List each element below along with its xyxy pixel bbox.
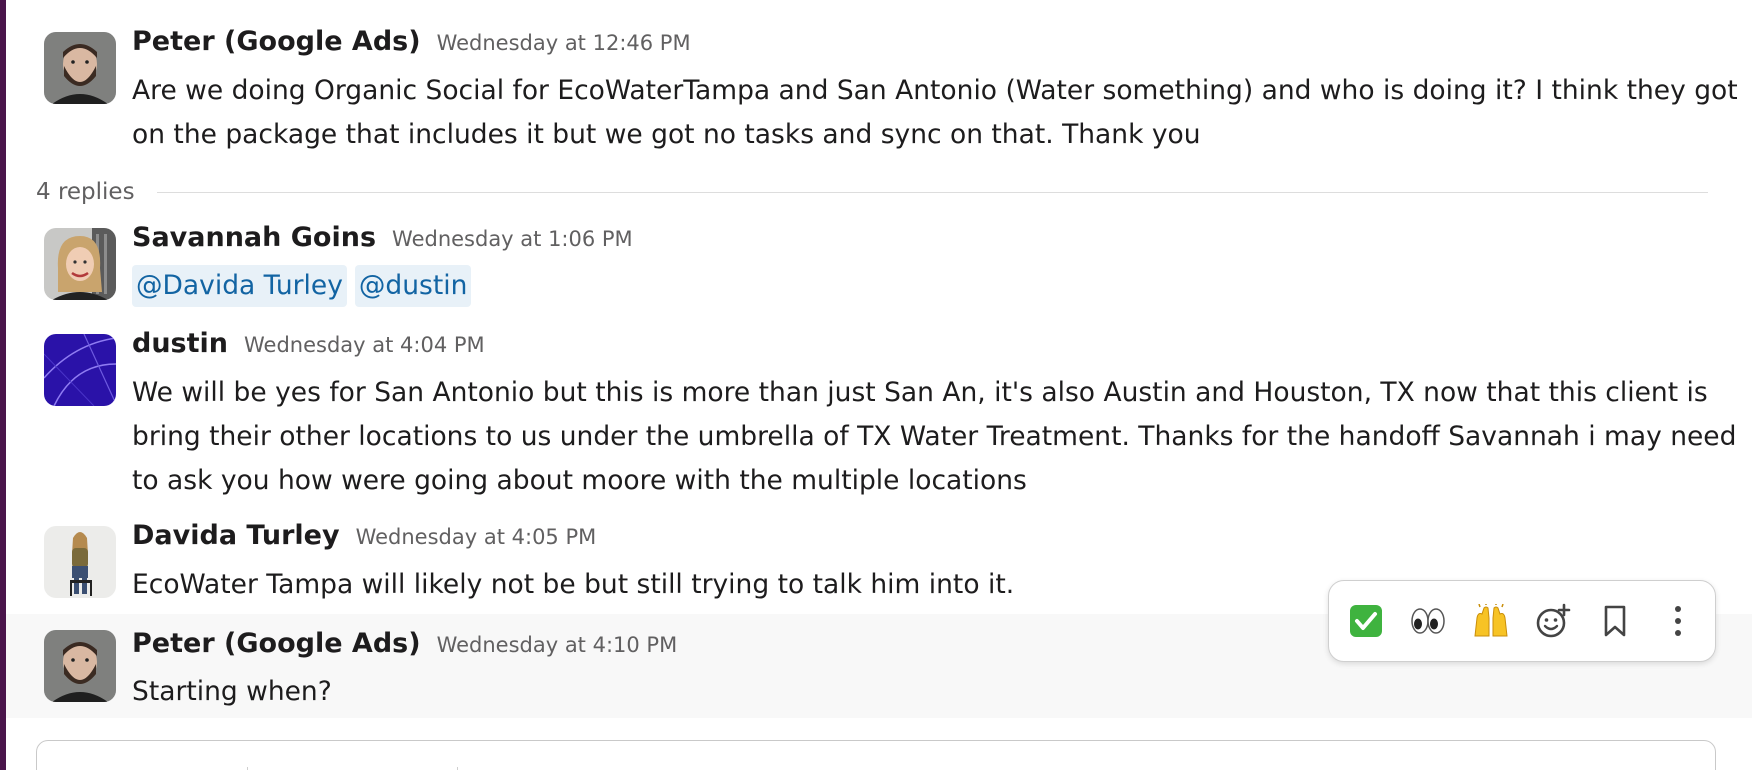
message-timestamp[interactable]: Wednesday at 4:05 PM — [356, 525, 597, 549]
message-text: @Davida Turley @dustin — [132, 264, 479, 308]
add-reaction-button[interactable] — [1528, 596, 1578, 646]
sender-name[interactable]: Peter (Google Ads) — [132, 26, 421, 57]
parent-message[interactable]: Peter (Google Ads) Wednesday at 12:46 PM… — [6, 18, 1752, 158]
message-text-line: Starting when? — [132, 676, 332, 707]
avatar-dustin[interactable] — [44, 334, 116, 406]
message-timestamp[interactable]: Wednesday at 4:04 PM — [244, 333, 485, 357]
sender-name[interactable]: dustin — [132, 328, 228, 359]
more-actions-button[interactable] — [1653, 596, 1703, 646]
sender-name[interactable]: Savannah Goins — [132, 222, 376, 253]
message-text-line: EcoWater Tampa will likely not be but st… — [132, 569, 1015, 600]
message-text-line: We will be yes for San Antonio but this … — [132, 377, 1708, 408]
react-raised-hands-button[interactable] — [1466, 596, 1516, 646]
raised-hands-icon — [1474, 604, 1508, 637]
savannah-avatar-image — [44, 228, 116, 300]
more-actions-icon — [1674, 606, 1681, 636]
message-timestamp[interactable]: Wednesday at 1:06 PM — [392, 227, 633, 251]
avatar-peter[interactable] — [44, 630, 116, 702]
message-text-line: Are we doing Organic Social for EcoWater… — [132, 75, 1738, 106]
message-text-line: on the package that includes it but we g… — [132, 119, 1201, 150]
divider-line — [156, 191, 1708, 193]
mention-davida-turley[interactable]: @Davida Turley — [132, 265, 347, 307]
add-reaction-icon — [1536, 603, 1571, 638]
reply-message[interactable]: Savannah Goins Wednesday at 1:06 PM @Dav… — [6, 214, 1752, 314]
reply-message[interactable]: dustin Wednesday at 4:04 PM We will be y… — [6, 320, 1752, 500]
reply-composer[interactable] — [36, 740, 1716, 770]
peter-avatar-image — [44, 32, 116, 104]
message-text-line: bring their other locations to us under … — [132, 421, 1737, 452]
avatar-savannah[interactable] — [44, 228, 116, 300]
message-actions-toolbar — [1328, 580, 1716, 662]
avatar-peter[interactable] — [44, 32, 116, 104]
replies-divider: 4 replies — [36, 172, 1708, 212]
peter-avatar-image — [44, 630, 116, 702]
sender-name[interactable]: Davida Turley — [132, 520, 340, 551]
white-check-mark-icon — [1350, 605, 1383, 637]
dustin-avatar-image — [44, 334, 116, 406]
eyes-icon — [1411, 608, 1446, 634]
message-timestamp[interactable]: Wednesday at 4:10 PM — [437, 633, 678, 657]
message-text-line: to ask you how were going about moore wi… — [132, 465, 1027, 496]
sender-name[interactable]: Peter (Google Ads) — [132, 628, 421, 659]
message-timestamp[interactable]: Wednesday at 12:46 PM — [437, 31, 691, 55]
message-text: Starting when? — [132, 670, 332, 714]
reply-count: 4 replies — [36, 179, 135, 205]
davida-avatar-image — [44, 526, 116, 598]
save-for-later-button[interactable] — [1590, 596, 1640, 646]
thread-view: Peter (Google Ads) Wednesday at 12:46 PM… — [0, 0, 1752, 770]
mention-dustin[interactable]: @dustin — [354, 265, 472, 307]
message-text: We will be yes for San Antonio but this … — [132, 371, 1736, 503]
react-check-button[interactable] — [1341, 596, 1391, 646]
message-text: Are we doing Organic Social for EcoWater… — [132, 69, 1738, 157]
avatar-davida[interactable] — [44, 526, 116, 598]
react-eyes-button[interactable] — [1403, 596, 1453, 646]
bookmark-icon — [1605, 605, 1626, 637]
message-text: EcoWater Tampa will likely not be but st… — [132, 563, 1014, 607]
